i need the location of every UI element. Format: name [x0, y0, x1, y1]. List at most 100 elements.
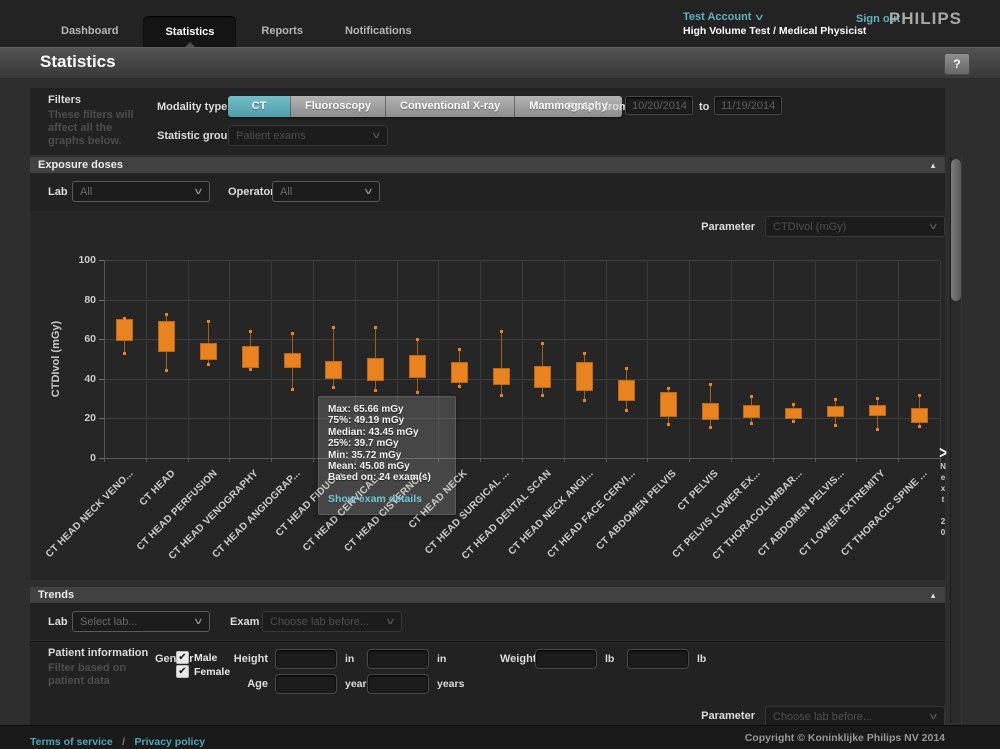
collapse-arrow-icon[interactable]: ▲ — [929, 161, 937, 170]
period-to-input[interactable] — [714, 96, 782, 115]
boxplot-whisker-dot — [541, 394, 544, 397]
boxplot-box-ct-thoracic-spine[interactable] — [911, 408, 928, 424]
height-min-input[interactable] — [275, 649, 337, 669]
account-menu[interactable]: Test Account∨ High Volume Test / Medical… — [683, 9, 866, 38]
boxplot-box-ct-abdomen-pelvis[interactable] — [827, 406, 844, 418]
chevron-down-icon: ∨ — [193, 186, 204, 197]
parameter-value: CTDIvol (mGy) — [773, 221, 846, 233]
boxplot-box-ct-pelvis-lower-ex[interactable] — [743, 405, 760, 419]
nav-tab-reports[interactable]: Reports — [240, 0, 324, 47]
boxplot-box-ct-abdomen-pelvis[interactable] — [660, 392, 677, 418]
boxplot-whisker-dot — [792, 420, 795, 423]
privacy-policy-link[interactable]: Privacy policy — [135, 736, 206, 748]
modality-button-conventional-x-ray[interactable]: Conventional X-ray — [385, 96, 514, 117]
lab-label: Lab — [48, 186, 68, 198]
lab-dropdown[interactable]: All ∨ — [72, 181, 210, 202]
boxplot-whisker-dot — [165, 369, 168, 372]
boxplot-whisker-dot — [625, 409, 628, 412]
operator-label: Operator — [228, 186, 274, 198]
boxplot-box-ct-head-neck-angi[interactable] — [576, 362, 593, 391]
chevron-down-icon: ∨ — [928, 221, 939, 232]
boxplot-whisker-dot — [709, 426, 712, 429]
boxplot-box-ct-head-cervical[interactable] — [367, 358, 384, 381]
boxplot-plot-area — [104, 260, 940, 458]
show-exam-details-link[interactable]: Show exam details — [328, 493, 446, 505]
x-tick-mark — [522, 458, 523, 462]
nav-tab-statistics[interactable]: Statistics — [143, 16, 236, 47]
statistic-group-dropdown[interactable]: Patient exams ∨ — [228, 125, 388, 146]
boxplot-box-ct-head-dental-scan[interactable] — [534, 366, 551, 388]
account-name[interactable]: Test Account — [683, 11, 751, 23]
boxplot-box-ct-head[interactable] — [158, 321, 175, 352]
boxplot-box-ct-lower-extremity[interactable] — [869, 405, 886, 417]
nav-tab-dashboard[interactable]: Dashboard — [40, 0, 139, 47]
chevron-right-icon: > — [934, 444, 952, 462]
checkbox-checked-icon[interactable]: ✔ — [176, 665, 189, 678]
weight-min-input[interactable] — [535, 649, 597, 669]
height-max-input[interactable] — [367, 649, 429, 669]
y-axis-title: CTDIvol (mGy) — [50, 260, 64, 458]
modality-button-fluoroscopy[interactable]: Fluoroscopy — [290, 96, 385, 117]
app-root: DashboardStatisticsReportsNotifications … — [0, 0, 1000, 749]
terms-of-service-link[interactable]: Terms of service — [30, 736, 113, 748]
help-button[interactable]: ? — [944, 53, 970, 75]
chevron-down-icon: ∨ — [754, 11, 765, 24]
age-max-input[interactable] — [367, 674, 429, 694]
operator-dropdown[interactable]: All ∨ — [272, 181, 380, 202]
gridline-v — [689, 260, 690, 458]
lab-value: All — [80, 186, 92, 198]
y-tick-label: 40 — [56, 373, 96, 385]
boxplot-box-ct-head-surgical[interactable] — [493, 368, 510, 385]
boxplot-box-ct-thoracolumbar[interactable] — [785, 408, 802, 420]
boxplot-box-ct-head-venography[interactable] — [242, 346, 259, 368]
nav-tab-label: Statistics — [165, 26, 214, 38]
parameter-dropdown[interactable]: CTDIvol (mGy) ∨ — [765, 216, 945, 237]
nav-tab-notifications[interactable]: Notifications — [324, 0, 433, 47]
trends-lab-dropdown[interactable]: Select lab... ∨ — [72, 611, 210, 632]
next-20-button[interactable]: > Next 20 — [934, 446, 952, 539]
weight-min-unit: lb — [605, 653, 614, 665]
trends-header[interactable]: Trends ▲ — [30, 587, 945, 603]
gridline-v — [104, 260, 105, 458]
weight-max-input[interactable] — [627, 649, 689, 669]
exposure-doses-title: Exposure doses — [38, 159, 123, 171]
trends-controls: Lab Select lab... ∨ Exam Choose lab befo… — [30, 603, 945, 640]
checkbox-checked-icon[interactable]: ✔ — [176, 651, 189, 664]
boxplot-box-ct-head-angiograp[interactable] — [284, 353, 301, 368]
modality-types-label: Modality types — [157, 101, 233, 113]
gridline-v — [480, 260, 481, 458]
boxplot-box-ct-head-fiduc[interactable] — [325, 361, 342, 380]
gender-checkbox-male[interactable]: ✔ Male — [176, 651, 217, 664]
chevron-down-icon: ∨ — [371, 130, 382, 141]
exposure-doses-header[interactable]: Exposure doses ▲ — [30, 157, 945, 173]
boxplot-box-ct-head-neck[interactable] — [451, 362, 468, 383]
nav-tab-label: Notifications — [345, 25, 412, 37]
chevron-down-icon: ∨ — [193, 616, 204, 627]
gender-option-label: Male — [194, 652, 217, 664]
chevron-down-icon: ∨ — [363, 186, 374, 197]
gridline-v — [856, 260, 857, 458]
modality-button-ct[interactable]: CT — [228, 96, 290, 117]
boxplot-box-ct-pelvis[interactable] — [702, 403, 719, 421]
boxplot-box-ct-head-cisterno[interactable] — [409, 355, 426, 378]
boxplot-box-ct-head-perfusion[interactable] — [200, 343, 217, 360]
trends-parameter-dropdown[interactable]: Choose lab before... ∨ — [765, 706, 945, 727]
footer: Terms of service / Privacy policy Copyri… — [0, 725, 1000, 749]
modality-type-group: CTFluoroscopyConventional X-rayMammograp… — [228, 96, 622, 117]
gender-checkbox-female[interactable]: ✔Female — [176, 665, 230, 678]
collapse-arrow-icon[interactable]: ▲ — [929, 591, 937, 600]
x-tick-mark — [564, 458, 565, 462]
exam-dropdown[interactable]: Choose lab before... ∨ — [262, 611, 402, 632]
next-20-label: Next 20 — [939, 462, 948, 539]
tooltip-stat-line: Median: 43.45 mGy — [328, 427, 446, 438]
age-min-input[interactable] — [275, 674, 337, 694]
boxplot-box-ct-head-face-cervi[interactable] — [618, 380, 635, 401]
x-tick-mark — [313, 458, 314, 462]
period-from-input[interactable] — [625, 96, 693, 115]
boxplot-box-ct-head-neck-veno[interactable] — [116, 319, 133, 341]
gridline-v — [773, 260, 774, 458]
tooltip-stats: Max: 65.66 mGy75%: 49.19 mGyMedian: 43.4… — [328, 404, 446, 484]
tooltip-stat-line: 75%: 49.19 mGy — [328, 415, 446, 426]
y-tick-label: 80 — [56, 294, 96, 306]
vertical-scrollbar-thumb[interactable] — [951, 159, 961, 301]
